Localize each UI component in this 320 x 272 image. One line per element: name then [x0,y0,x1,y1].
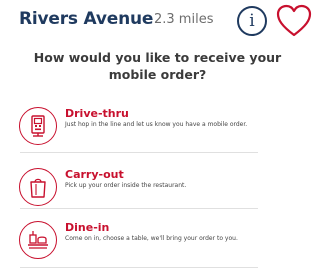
drive-thru-icon-badge [19,107,57,145]
divider [20,152,258,153]
store-name: Rivers Avenue [19,9,154,29]
info-button[interactable]: i [237,6,267,36]
option-description: Come on in, choose a table, we'll bring … [65,235,238,242]
prompt-line-2: mobile order? [108,67,207,82]
option-dine-in[interactable]: Dine-in Come on in, choose a table, we'l… [0,218,315,268]
dine-in-tray-icon [28,231,48,249]
carry-out-bag-icon [30,178,46,198]
drive-thru-icon [31,115,45,137]
option-title: Drive-thru [65,107,129,120]
order-method-prompt: How would you like to receive your mobil… [0,49,315,83]
dine-in-icon-badge [19,221,57,259]
option-drive-thru[interactable]: Drive-thru Just hop in the line and let … [0,104,315,154]
option-title: Carry-out [65,168,124,181]
option-description: Just hop in the line and let us know you… [65,121,248,128]
option-description: Pick up your order inside the restaurant… [65,182,187,189]
store-header: Rivers Avenue 2.3 miles i [0,0,315,44]
divider [20,267,258,268]
divider [20,208,258,209]
store-distance: 2.3 miles [154,12,214,27]
option-title: Dine-in [65,221,110,234]
favorite-button[interactable] [276,4,312,38]
carry-out-icon-badge [19,168,57,206]
heart-icon [276,4,312,37]
info-icon: i [249,11,255,31]
prompt-line-1: How would you like to receive your [33,50,282,65]
